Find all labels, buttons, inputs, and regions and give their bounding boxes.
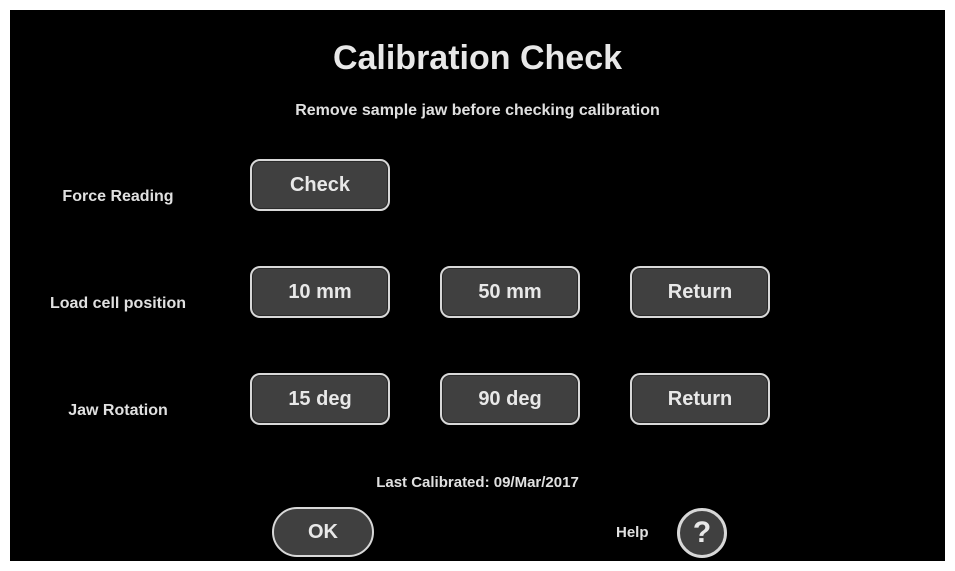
load-cell-10mm-button[interactable]: 10 mm: [250, 266, 390, 318]
last-calibrated-text: Last Calibrated: 09/Mar/2017: [376, 474, 579, 491]
ok-button[interactable]: OK: [272, 507, 374, 557]
calibration-check-screen: Calibration Check Remove sample jaw befo…: [10, 10, 945, 561]
force-check-button[interactable]: Check: [250, 159, 390, 211]
jaw-rotation-return-button[interactable]: Return: [630, 373, 770, 425]
force-reading-label: Force Reading: [62, 188, 174, 205]
jaw-rotation-label: Jaw Rotation: [68, 402, 168, 419]
instruction-text: Remove sample jaw before checking calibr…: [295, 102, 660, 119]
jaw-rotation-15deg-button[interactable]: 15 deg: [250, 373, 390, 425]
jaw-rotation-90deg-button[interactable]: 90 deg: [440, 373, 580, 425]
help-icon[interactable]: ?: [677, 508, 727, 558]
load-cell-position-label: Load cell position: [49, 295, 186, 312]
help-question-mark: ?: [692, 516, 712, 549]
load-cell-return-button[interactable]: Return: [630, 266, 770, 318]
help-label: Help: [616, 524, 649, 541]
page-title: Calibration Check: [332, 39, 623, 77]
load-cell-50mm-button[interactable]: 50 mm: [440, 266, 580, 318]
